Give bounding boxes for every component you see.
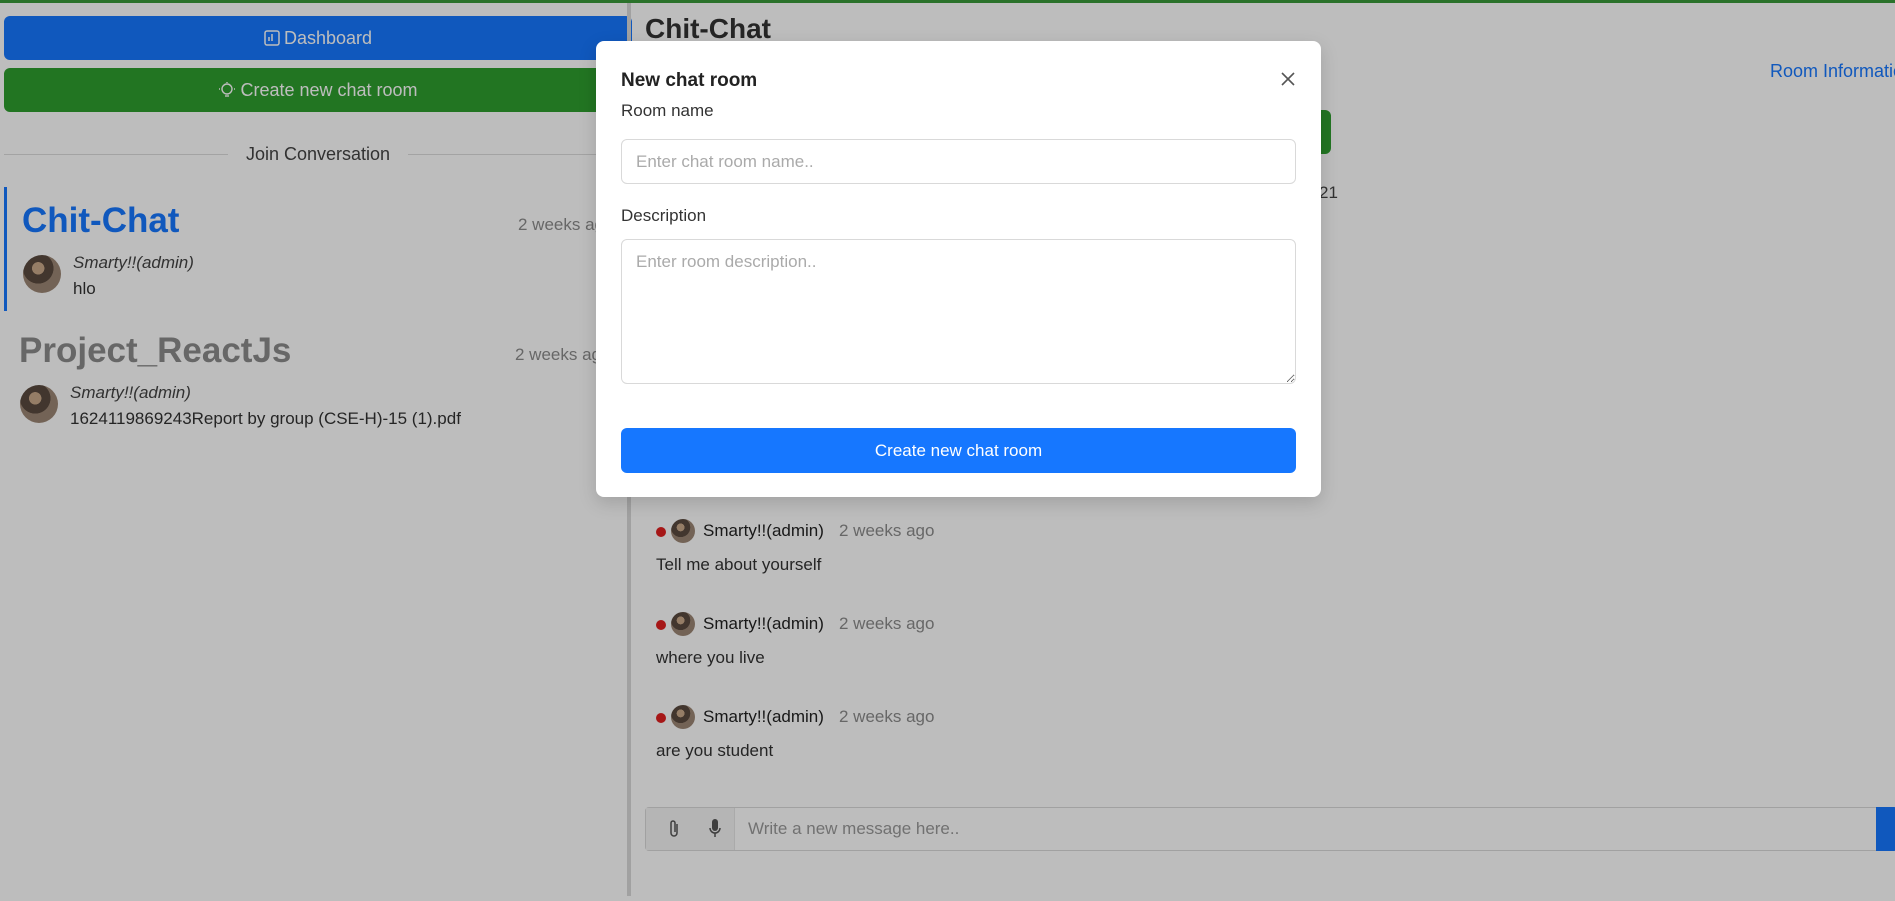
room-name-label: Room name	[621, 101, 714, 120]
close-icon-glyph	[1281, 72, 1295, 86]
description-label: Description	[621, 206, 707, 225]
room-name-input[interactable]	[621, 139, 1296, 184]
close-icon[interactable]	[1274, 65, 1302, 93]
modal-title: New chat room	[621, 70, 758, 91]
new-chat-room-modal: New chat room Room name Description Crea…	[596, 41, 1321, 497]
create-chat-room-button[interactable]: Create new chat room	[621, 428, 1296, 473]
description-textarea[interactable]	[621, 239, 1296, 384]
